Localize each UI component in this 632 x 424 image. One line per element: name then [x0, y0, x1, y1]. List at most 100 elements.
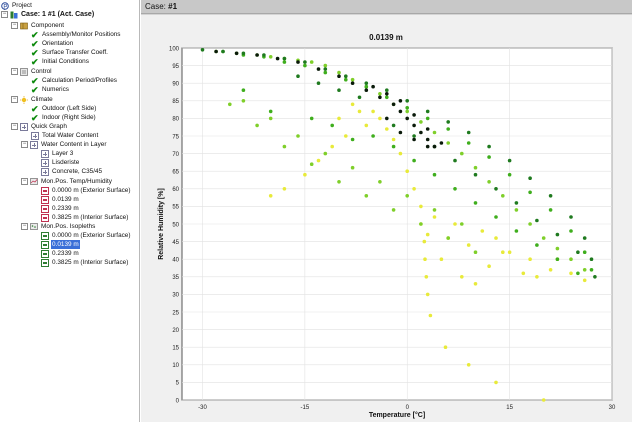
tree-item-total-water[interactable]: Total Water Content	[31, 131, 99, 140]
tree-label-numerics: Numerics	[42, 86, 69, 93]
collapse-toggle[interactable]: −	[21, 178, 28, 185]
svg-text:P: P	[3, 4, 7, 10]
data-point	[576, 271, 580, 276]
data-point	[350, 102, 355, 107]
data-point	[364, 88, 369, 92]
data-point	[576, 250, 580, 254]
collapse-toggle[interactable]: −	[21, 223, 28, 230]
data-point	[528, 176, 532, 180]
data-point	[419, 130, 423, 135]
data-point	[443, 345, 448, 350]
tree-item-concrete[interactable]: Concrete, C35/45	[41, 167, 103, 176]
x-tick-label: 30	[609, 405, 616, 411]
tree-item-mt3[interactable]: 0.2339 m	[41, 204, 80, 213]
tree-item-quick-graph[interactable]: − Quick Graph	[11, 122, 68, 131]
data-point	[425, 232, 430, 237]
tree-item-indoor[interactable]: ✔ Indoor (Right Side)	[31, 113, 97, 122]
tree-item-climate[interactable]: − Climate	[11, 95, 54, 104]
data-point	[378, 95, 382, 100]
y-tick-label: 45	[172, 240, 179, 246]
data-point	[241, 88, 246, 92]
plot-panel[interactable]: 0.0139 m 0 5 10 15 20 25 30 35 40 45 50 55 60 65 70 75 8…	[141, 15, 632, 422]
tree-item-assembly[interactable]: ✔ Assembly/Monitor Positions	[31, 30, 122, 39]
check-icon: ✔	[31, 47, 39, 58]
y-axis-label: Relative Humidity [%]	[158, 188, 165, 260]
data-point	[569, 257, 573, 261]
data-point	[487, 180, 491, 184]
data-point	[378, 116, 382, 121]
data-point	[535, 218, 539, 223]
collapse-toggle[interactable]: −	[11, 123, 18, 130]
y-tick-label: 20	[172, 328, 179, 334]
tree-item-project[interactable]: P Project	[1, 1, 33, 10]
isopleth-chart[interactable]: 0.0139 m 0510152025303540455055606570758…	[141, 15, 632, 422]
data-point	[323, 151, 328, 156]
chart-icon	[41, 149, 49, 158]
tree-item-mt4[interactable]: 0.3825 m (Interior Surface)	[41, 213, 129, 222]
tree-item-mi1[interactable]: 0.0000 m (Exterior Surface)	[41, 231, 132, 240]
data-point	[419, 222, 423, 226]
data-point	[589, 257, 594, 261]
tree-label-mi2: 0.0139 m	[51, 240, 80, 249]
tree-item-component[interactable]: − Component	[11, 21, 65, 30]
tree-item-control[interactable]: − Control	[11, 67, 53, 76]
check-icon: ✔	[31, 38, 39, 49]
project-tree-panel[interactable]: P Project − Case: 1 #1 (Act. Case) − Com…	[0, 0, 140, 422]
collapse-toggle[interactable]: −	[11, 68, 18, 75]
tree-label-climate: Climate	[31, 96, 53, 103]
tree-item-water-layer[interactable]: − Water Content in Layer	[21, 140, 107, 149]
data-point	[487, 144, 491, 149]
tree-item-mi4[interactable]: 0.3825 m (Interior Surface)	[41, 258, 129, 267]
collapse-toggle[interactable]: −	[1, 11, 8, 18]
tree-item-surface[interactable]: ✔ Surface Transfer Coeff.	[31, 48, 109, 57]
data-point	[296, 134, 300, 138]
y-tick-label: 85	[172, 99, 179, 105]
tree-label-mt1: 0.0000 m (Exterior Surface)	[52, 187, 131, 194]
tree-item-mon-iso[interactable]: − Mon.Pos. Isopleths	[21, 222, 96, 231]
data-point	[412, 158, 416, 163]
collapse-toggle[interactable]: −	[11, 22, 18, 29]
tree-item-lasierste[interactable]: Lisderiste	[41, 158, 80, 167]
data-point	[323, 67, 328, 71]
tree-item-mi2[interactable]: 0.0139 m	[41, 240, 80, 249]
data-point	[466, 141, 471, 145]
data-point	[282, 60, 287, 64]
data-point	[405, 106, 410, 110]
y-tick-label: 55	[172, 205, 179, 211]
data-point	[405, 99, 410, 103]
data-point	[528, 190, 532, 195]
tree-item-orientation[interactable]: ✔ Orientation	[31, 39, 74, 48]
tree-item-case[interactable]: − Case: 1 #1 (Act. Case)	[1, 10, 95, 19]
check-icon: ✔	[31, 103, 39, 114]
data-point	[412, 137, 416, 142]
data-point	[589, 268, 594, 272]
data-point	[446, 120, 451, 124]
data-point	[241, 51, 246, 56]
tree-label-mt4: 0.3825 m (Interior Surface)	[52, 214, 129, 221]
tree-label-quick-graph: Quick Graph	[31, 123, 67, 130]
data-point	[425, 127, 430, 131]
data-point	[303, 63, 307, 68]
data-point	[473, 165, 478, 170]
tree-item-mi3[interactable]: 0.2339 m	[41, 249, 80, 258]
tree-label-mt2: 0.0139 m	[52, 196, 79, 203]
tree-item-mon-temp[interactable]: − Mon.Pos. Temp/Humidity	[21, 177, 113, 186]
data-point	[424, 275, 429, 279]
tree-item-numerics[interactable]: ✔ Numerics	[31, 85, 70, 94]
tree-label-mt3: 0.2339 m	[52, 205, 79, 212]
data-point	[582, 268, 587, 272]
data-point	[422, 239, 427, 244]
tree-item-mt2[interactable]: 0.0139 m	[41, 195, 80, 204]
tree-item-calc[interactable]: ✔ Calculation Period/Profiles	[31, 76, 118, 85]
tree-item-initial[interactable]: ✔ Initial Conditions	[31, 57, 90, 66]
tree-item-mt1[interactable]: 0.0000 m (Exterior Surface)	[41, 186, 132, 195]
collapse-toggle[interactable]: −	[11, 96, 18, 103]
tree-label-initial: Initial Conditions	[42, 58, 89, 65]
tree-item-outdoor[interactable]: ✔ Outdoor (Left Side)	[31, 104, 97, 113]
data-point	[412, 187, 416, 191]
collapse-toggle[interactable]: −	[21, 141, 28, 148]
data-point	[514, 208, 519, 212]
data-point	[309, 60, 314, 64]
data-point	[494, 236, 498, 240]
tree-item-layer3[interactable]: Layer 3	[41, 149, 74, 158]
